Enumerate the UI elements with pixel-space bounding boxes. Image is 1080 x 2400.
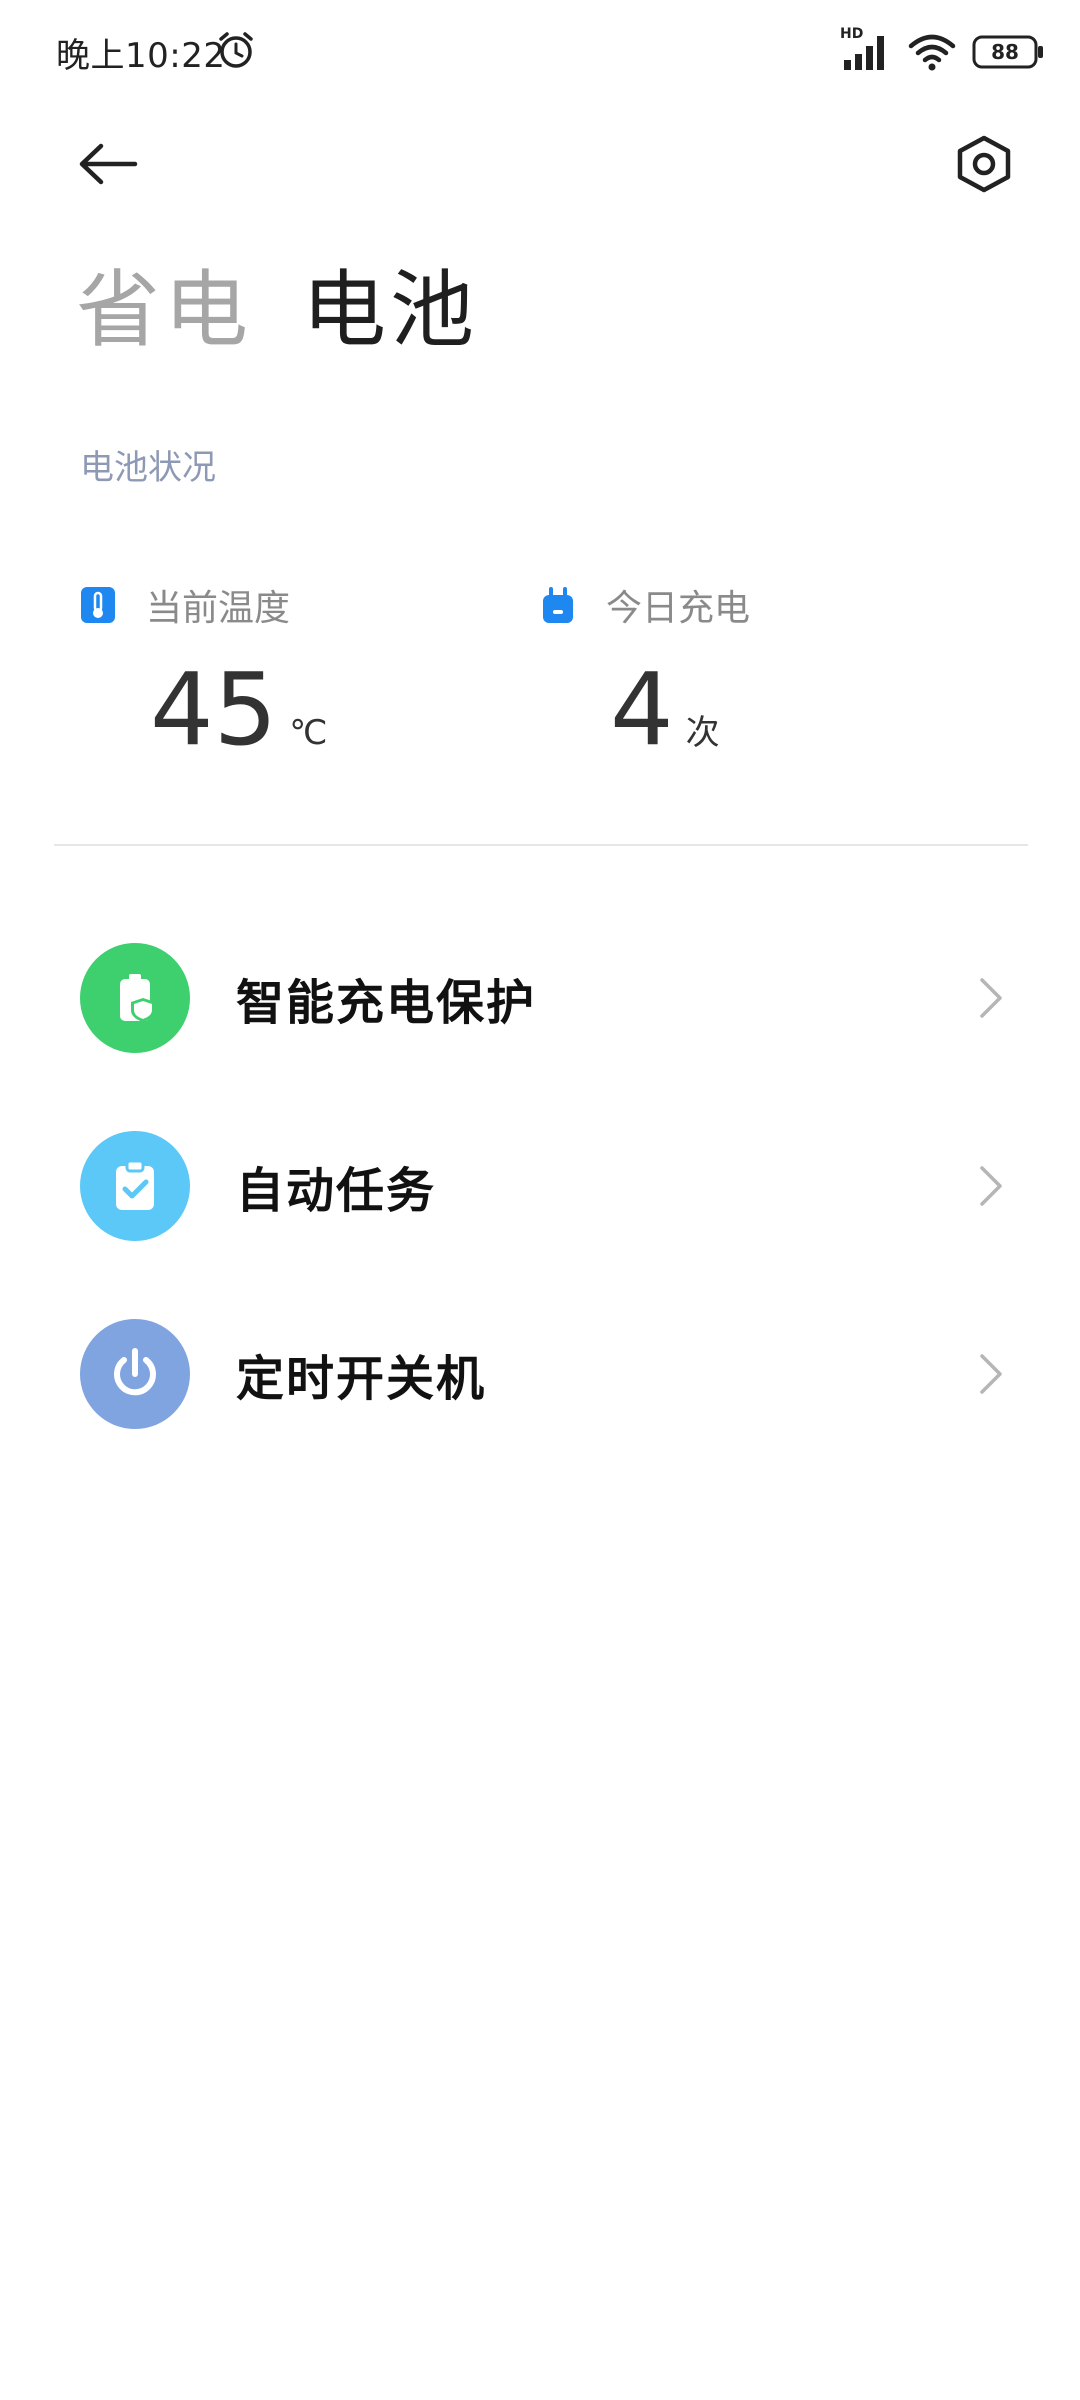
clipboard-check-icon: [80, 1131, 190, 1241]
divider: [54, 844, 1028, 846]
wifi-icon: [908, 32, 956, 72]
section-label-battery-status: 电池状况: [80, 448, 216, 488]
temperature-unit: ℃: [289, 713, 328, 753]
battery-shield-icon: [80, 943, 190, 1053]
plug-icon: [540, 585, 576, 625]
status-bar: 晚上10:22 HD 88: [0, 0, 1080, 104]
chevron-right-icon: [980, 1166, 1002, 1206]
power-icon: [80, 1319, 190, 1429]
stat-temperature: 当前温度 45 ℃: [80, 580, 327, 768]
hexagon-settings-icon: [957, 135, 1011, 193]
tab-battery[interactable]: 电池: [302, 250, 478, 370]
stat-label-temperature: 当前温度: [146, 588, 291, 629]
status-indicators: HD 88: [840, 26, 1044, 74]
tab-power-saving[interactable]: 省电: [76, 250, 252, 370]
menu-item-auto-tasks[interactable]: 自动任务: [0, 1101, 1080, 1271]
menu-label: 定时开关机: [236, 1351, 487, 1407]
alarm-icon: [216, 30, 256, 70]
stat-charges-today: 今日充电 4 次: [540, 580, 751, 768]
battery-level: 88: [991, 40, 1019, 64]
chevron-right-icon: [980, 978, 1002, 1018]
status-time: 晚上10:22: [56, 36, 226, 76]
charges-value: 4: [610, 651, 674, 768]
signal-icon: HD: [840, 26, 892, 72]
stat-label-charges-today: 今日充电: [606, 588, 751, 629]
back-button[interactable]: [68, 124, 148, 204]
tab-bar: 省电 电池: [76, 250, 478, 370]
menu-item-scheduled-power[interactable]: 定时开关机: [0, 1289, 1080, 1459]
settings-button[interactable]: [944, 124, 1024, 204]
menu-item-smart-charging-protection[interactable]: 智能充电保护: [0, 913, 1080, 1083]
battery-icon: 88: [972, 35, 1044, 69]
chevron-right-icon: [980, 1354, 1002, 1394]
menu-label: 自动任务: [236, 1163, 437, 1219]
arrow-left-icon: [79, 143, 138, 185]
menu-label: 智能充电保护: [236, 975, 537, 1031]
thermometer-icon: [80, 585, 116, 625]
temperature-value: 45: [150, 651, 278, 768]
charges-unit: 次: [685, 713, 720, 753]
